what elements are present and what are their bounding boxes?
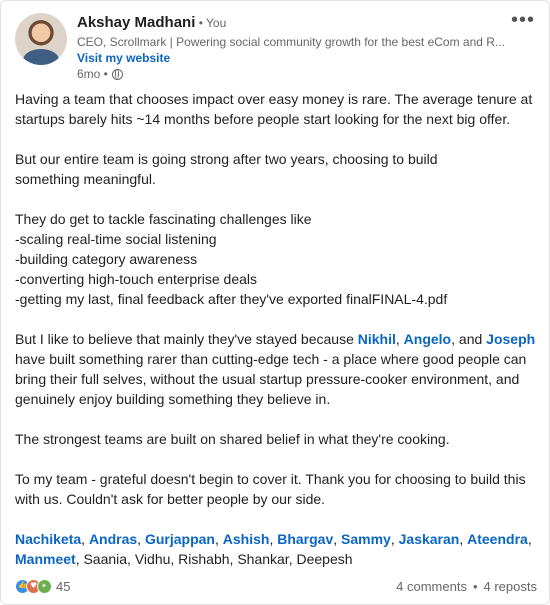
and-text: , and (451, 331, 487, 347)
visit-website-link[interactable]: Visit my website (77, 51, 170, 65)
mention-ashish[interactable]: Ashish (223, 531, 270, 547)
globe-icon (111, 68, 123, 80)
author-avatar[interactable] (15, 13, 67, 65)
engagement-links: 4 comments • 4 reposts (396, 579, 537, 594)
separator-dot: • (472, 578, 478, 594)
paragraph-1: Having a team that chooses impact over e… (15, 91, 533, 127)
paragraph-6: To my team - grateful doesn't begin to c… (15, 471, 526, 507)
post-body: Having a team that chooses impact over e… (15, 89, 541, 569)
tagged-people: Nachiketa, Andras, Gurjappan, Ashish, Bh… (15, 531, 532, 567)
mention-manmeet[interactable]: Manmeet (15, 551, 76, 567)
challenge-item: -building category awareness (15, 251, 198, 267)
author-headline: CEO, Scrollmark | Powering social commun… (77, 35, 505, 49)
challenge-item: -scaling real-time social listening (15, 231, 217, 247)
paragraph-4-prefix: But I like to believe that mainly they'v… (15, 331, 358, 347)
reposts-count-link[interactable]: 4 reposts (484, 579, 537, 594)
paragraph-5: The strongest teams are built on shared … (15, 431, 450, 447)
reaction-count[interactable]: 45 (56, 579, 70, 594)
challenge-item: -getting my last, final feedback after t… (15, 291, 448, 307)
mention-bhargav[interactable]: Bhargav (277, 531, 333, 547)
mention-andras[interactable]: Andras (89, 531, 137, 547)
paragraph-4-suffix: have built something rarer than cutting-… (15, 351, 527, 407)
mention-nikhil[interactable]: Nikhil (358, 331, 396, 347)
mention-angelo[interactable]: Angelo (404, 331, 451, 347)
paragraph-2: But our entire team is going strong afte… (15, 149, 541, 189)
reactions-summary[interactable]: 45 (15, 578, 70, 594)
paragraph-2-line-1: But our entire team is going strong afte… (15, 151, 438, 167)
mention-ateendra[interactable]: Ateendra (467, 531, 528, 547)
post-card: Akshay Madhani • You CEO, Scrollmark | P… (0, 0, 550, 605)
mention-nachiketa[interactable]: Nachiketa (15, 531, 81, 547)
author-name[interactable]: Akshay Madhani (77, 14, 195, 31)
paragraph-2-line-2: something meaningful. (15, 171, 156, 187)
paragraph-3: They do get to tackle fascinating challe… (15, 209, 541, 309)
mention-joseph[interactable]: Joseph (486, 331, 535, 347)
post-meta: 6mo • (77, 67, 123, 81)
challenge-item: -converting high-touch enterprise deals (15, 271, 258, 287)
avatar-shirt (23, 49, 59, 65)
mention-gurjappan[interactable]: Gurjappan (145, 531, 215, 547)
mention-sammy[interactable]: Sammy (341, 531, 391, 547)
author-line: Akshay Madhani • You (77, 13, 226, 33)
mention-jaskaran[interactable]: Jaskaran (399, 531, 460, 547)
you-badge: • You (195, 16, 227, 30)
tagged-plain-names: Saania, Vidhu, Rishabh, Shankar, Deepesh (83, 551, 353, 567)
clap-icon (37, 578, 52, 594)
paragraph-4: But I like to believe that mainly they'v… (15, 329, 541, 409)
social-counts-bar: 45 4 comments • 4 reposts (15, 576, 537, 596)
post-header: Akshay Madhani • You CEO, Scrollmark | P… (15, 10, 539, 83)
post-age: 6mo • (77, 67, 108, 81)
comma-text: , (395, 331, 404, 347)
comments-count-link[interactable]: 4 comments (396, 579, 467, 594)
more-options-icon[interactable]: ••• (511, 10, 535, 30)
challenges-intro: They do get to tackle fascinating challe… (15, 211, 312, 227)
